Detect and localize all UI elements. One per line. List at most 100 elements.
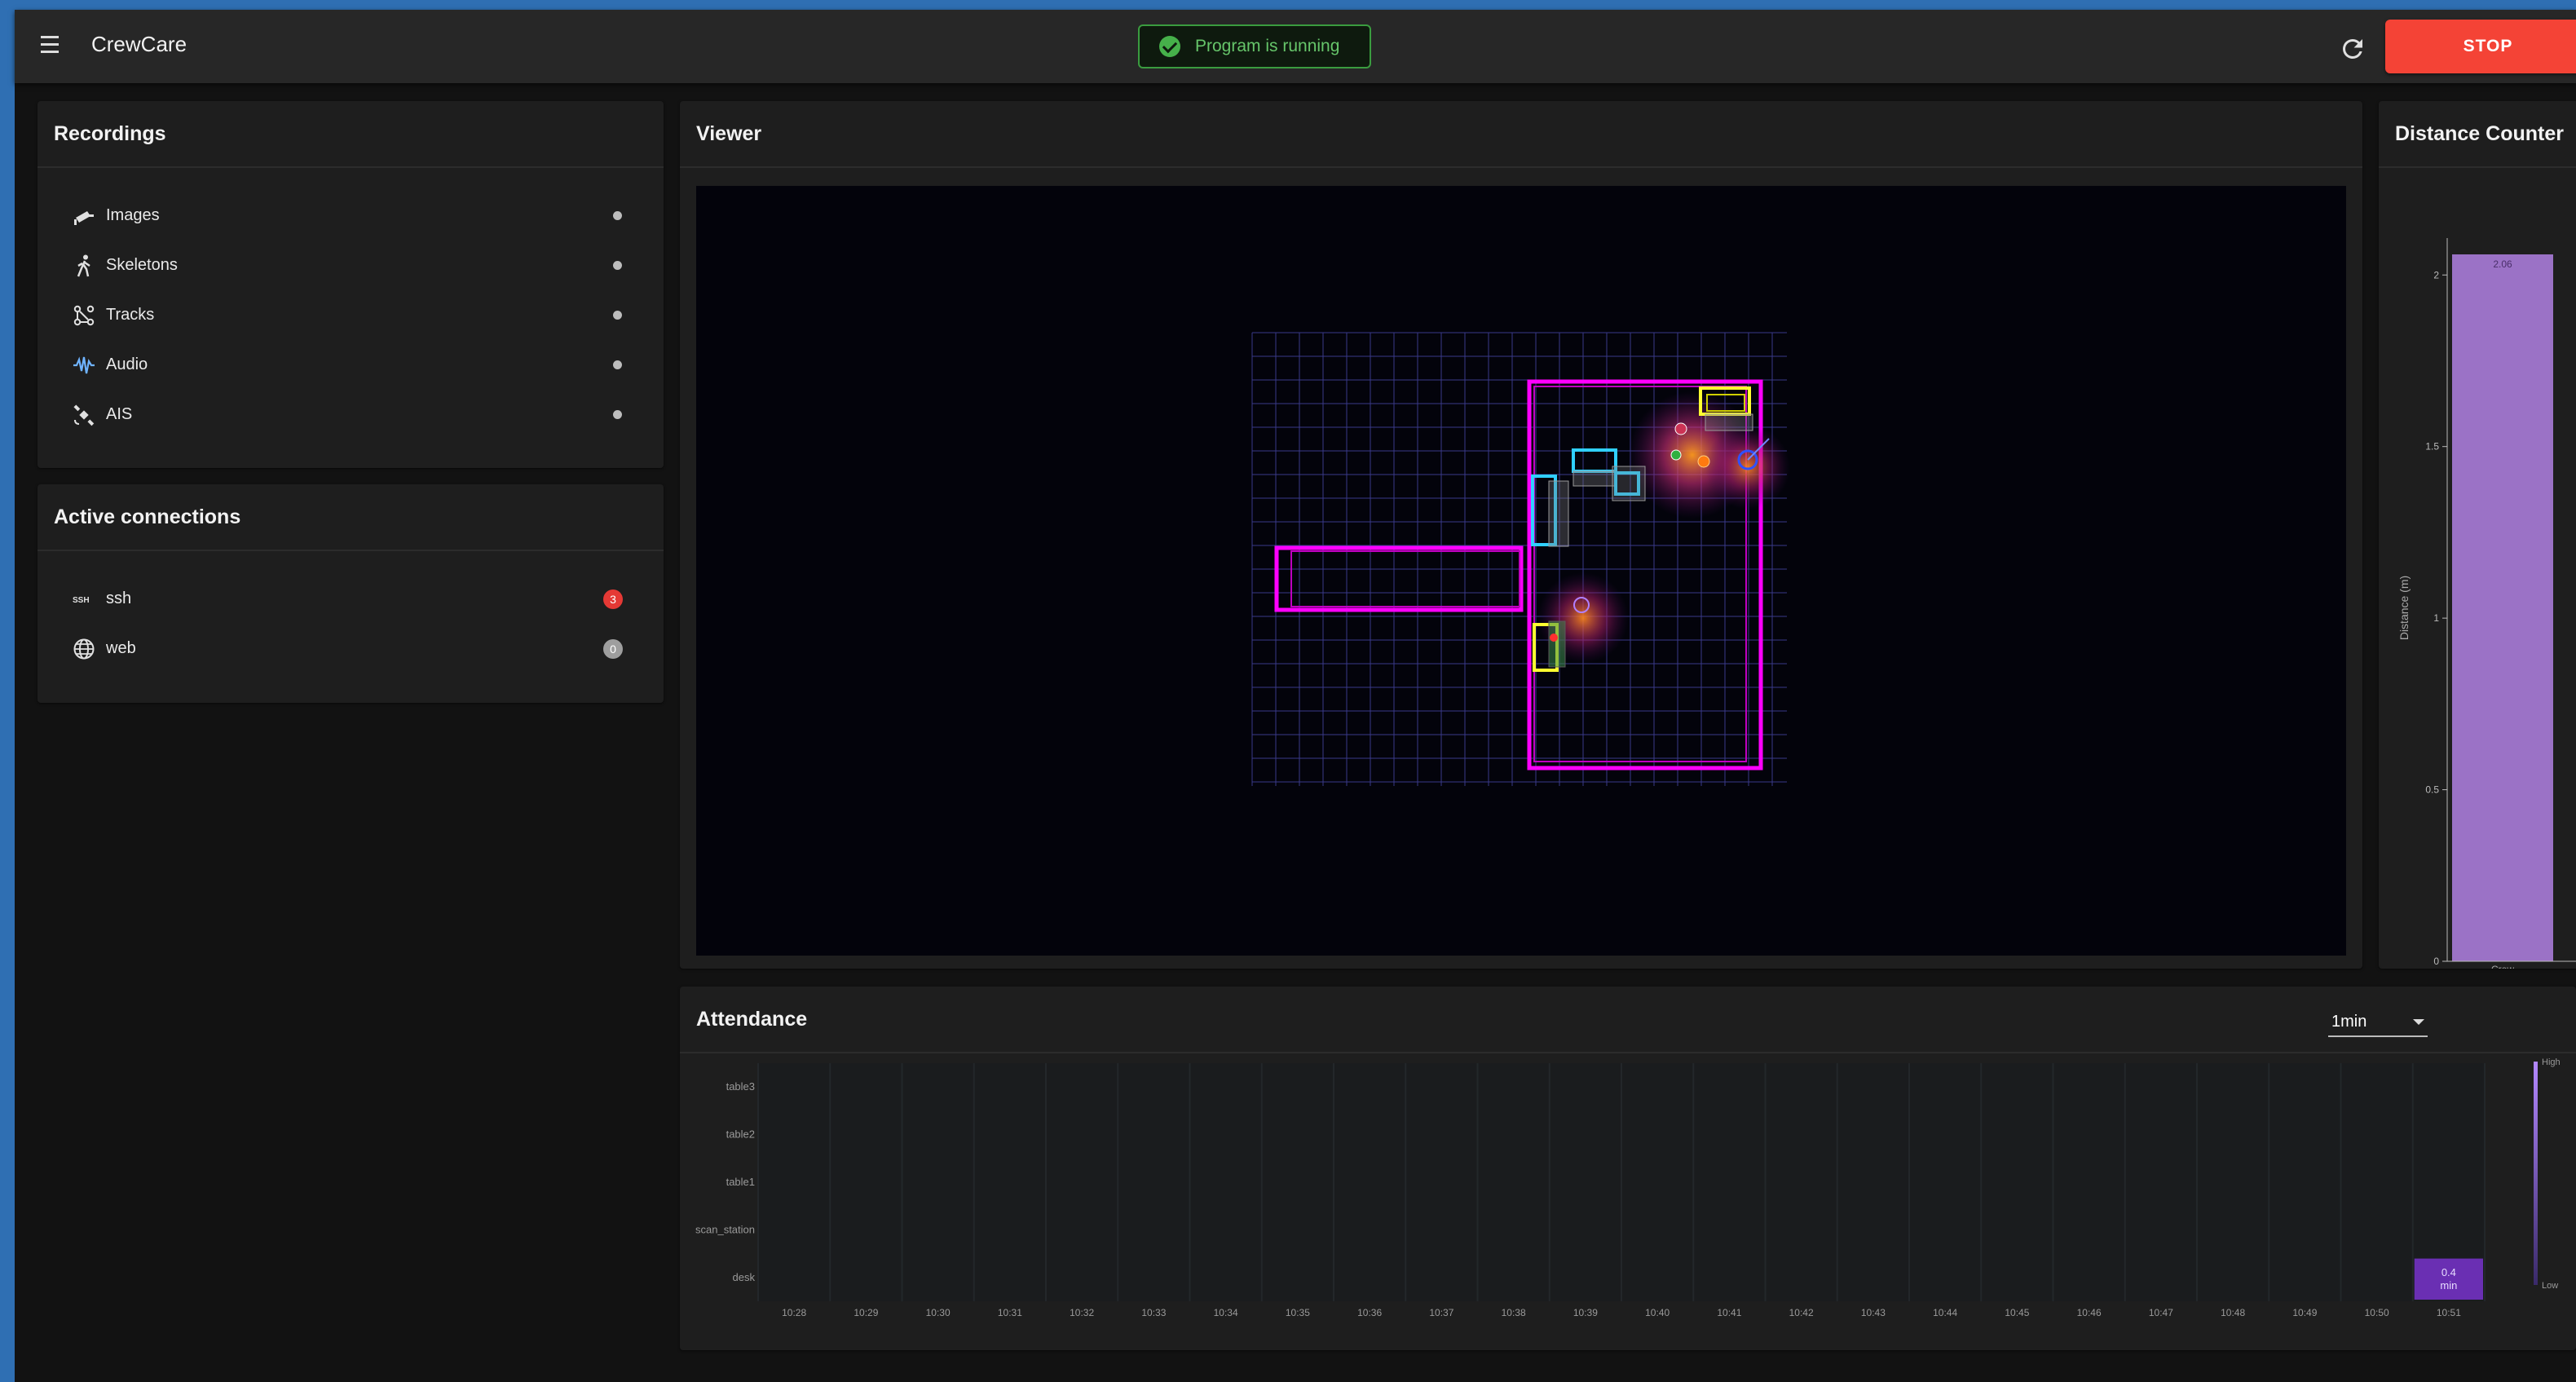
recording-label: Tracks <box>106 306 155 324</box>
recording-item-ais[interactable]: AIS <box>37 390 664 439</box>
status-text: Program is running <box>1195 37 1340 55</box>
y-tick-label: 2 <box>2433 269 2439 280</box>
recording-item-skeletons[interactable]: Skeletons <box>37 241 664 290</box>
heatmap-column-label: 10:45 <box>2005 1307 2029 1318</box>
attendance-heatmap: table3 table2 table1 scan_stationdesk 10:28 1… <box>695 1057 2561 1318</box>
connection-label: ssh <box>106 589 132 607</box>
heatmap-cell-label: min <box>2440 1279 2457 1291</box>
recordings-panel: Recordings Images Skeletons Tracks Audio… <box>37 101 664 468</box>
recording-item-audio[interactable]: Audio <box>37 340 664 390</box>
connection-item-ssh[interactable]: SSH ssh 3 <box>37 574 664 624</box>
heatmap-column-label: 10:47 <box>2149 1307 2173 1318</box>
menu-icon[interactable] <box>36 36 65 57</box>
connection-item-web[interactable]: web 0 <box>37 624 664 673</box>
bar-data-label: 2.06 <box>2493 258 2512 270</box>
window-top-edge <box>0 0 2576 10</box>
heatmap-column-label: 10:39 <box>1573 1307 1598 1318</box>
legend-low-label: Low <box>2542 1281 2558 1291</box>
table-base <box>1573 470 1617 487</box>
viewer-title: Viewer <box>680 101 2362 168</box>
connections-title: Active connections <box>37 484 664 551</box>
table-base <box>1548 480 1569 547</box>
person-marker <box>1670 449 1682 461</box>
app-title: CrewCare <box>91 32 187 56</box>
heatmap-row-label: table1 <box>726 1176 755 1188</box>
heatmap-column-label: 10:42 <box>1789 1307 1814 1318</box>
heatmap-column-label: 10:29 <box>854 1307 878 1318</box>
heatmap-column-label: 10:51 <box>2437 1307 2461 1318</box>
app-bar: CrewCare Program is running STOP <box>15 10 2576 83</box>
connection-count-badge: 0 <box>603 638 623 659</box>
heatmap-column-label: 10:35 <box>1286 1307 1310 1318</box>
globe-icon <box>72 637 96 661</box>
person-walking-icon <box>72 254 96 278</box>
recording-status-dot <box>613 211 622 220</box>
cctv-icon <box>72 204 96 228</box>
heatmap-column-label: 10:31 <box>998 1307 1022 1318</box>
svg-text:SSH: SSH <box>73 596 90 605</box>
recording-item-images[interactable]: Images <box>37 191 664 241</box>
y-tick-label: 1.5 <box>2425 441 2439 453</box>
floor-plan-3d-view[interactable] <box>696 186 2346 956</box>
recording-status-dot <box>613 410 622 419</box>
recording-label: AIS <box>106 405 133 423</box>
legend-scale <box>2534 1062 2538 1285</box>
heatmap-column-label: 10:33 <box>1141 1307 1166 1318</box>
status-chip: Program is running <box>1138 24 1371 68</box>
tracks-icon <box>72 303 96 328</box>
y-tick-label: 1 <box>2433 612 2439 624</box>
heatmap-column-label: 10:40 <box>1645 1307 1670 1318</box>
heatmap-column-label: 10:32 <box>1070 1307 1094 1318</box>
connection-count-badge: 3 <box>603 589 623 609</box>
heatmap-column-label: 10:34 <box>1214 1307 1238 1318</box>
corridor-outline-inner <box>1290 550 1520 607</box>
person-marker <box>1550 634 1558 642</box>
refresh-icon[interactable] <box>2338 34 2367 64</box>
attendance-title: Attendance <box>680 987 2576 1053</box>
viewer-canvas[interactable] <box>696 186 2346 956</box>
x-category-label: Crew <box>2491 964 2514 969</box>
heatmap-column-label: 10:43 <box>1861 1307 1886 1318</box>
connections-panel: Active connections SSH ssh 3 web 0 <box>37 484 664 703</box>
recording-status-dot <box>613 311 622 320</box>
recording-label: Audio <box>106 355 148 373</box>
chevron-down-icon <box>2413 1019 2424 1025</box>
heatmap-column-label: 10:41 <box>1717 1307 1741 1318</box>
interval-select[interactable]: 1min <box>2328 1011 2428 1037</box>
heatmap-column-label: 10:49 <box>2292 1307 2317 1318</box>
stop-button[interactable]: STOP <box>2385 20 2576 73</box>
ssh-icon: SSH <box>72 587 96 612</box>
heatmap-row-label: table2 <box>726 1128 755 1141</box>
satellite-icon <box>72 403 96 427</box>
recording-label: Skeletons <box>106 256 178 274</box>
heatmap-row-label: table3 <box>726 1080 755 1093</box>
distance-bar <box>2452 254 2553 961</box>
table-box <box>1572 448 1617 473</box>
heatmap-column-label: 10:28 <box>782 1307 806 1318</box>
recording-item-tracks[interactable]: Tracks <box>37 290 664 340</box>
person-marker <box>1697 455 1710 468</box>
distance-bar-chart: 0 0.5 1 1.5 2 Distance (m) 2.06 Crew <box>2397 238 2576 969</box>
heat-blob <box>1705 425 1790 510</box>
heatmap-column-label: 10:50 <box>2365 1307 2389 1318</box>
legend-high-label: High <box>2542 1057 2561 1067</box>
heatmap-blobs <box>1537 391 1790 664</box>
heatmap-column-label: 10:44 <box>1933 1307 1957 1318</box>
distance-title: Distance Counter <box>2379 101 2576 168</box>
shelf-box <box>1705 413 1753 431</box>
heatmap-column-label: 10:36 <box>1357 1307 1382 1318</box>
recording-status-dot <box>613 261 622 270</box>
y-axis-label: Distance (m) <box>2397 576 2411 640</box>
station-base <box>1612 466 1646 501</box>
heatmap-column-label: 10:38 <box>1502 1307 1526 1318</box>
heatmap-column-label: 10:46 <box>2077 1307 2102 1318</box>
check-circle-icon <box>1159 36 1180 57</box>
person-marker <box>1674 422 1687 435</box>
heatmap-row-label: scan_station <box>695 1223 755 1235</box>
interval-select-value: 1min <box>2331 1013 2367 1031</box>
corridor-outline <box>1274 545 1524 612</box>
audio-waveform-icon <box>72 353 96 378</box>
connection-label: web <box>106 639 136 657</box>
distance-panel: Distance Counter 0 0.5 1 1.5 2 Distance (m) 2.… <box>2379 101 2576 969</box>
y-tick-label: 0 <box>2433 956 2439 967</box>
